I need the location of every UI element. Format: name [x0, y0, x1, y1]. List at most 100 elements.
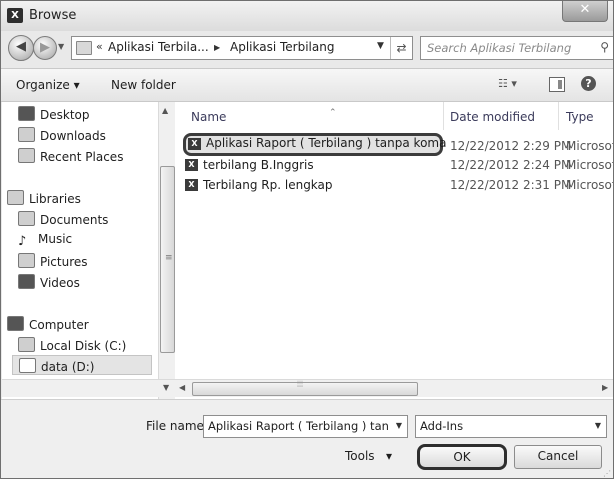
nav-label: Downloads — [40, 129, 106, 143]
nav-item-data-drive[interactable]: data (D:) — [12, 355, 152, 375]
views-icon[interactable]: ☷ ▾ — [498, 77, 517, 90]
command-toolbar: Organize ▾ New folder ☷ ▾ ? — [1, 68, 613, 102]
tools-menu[interactable]: Tools ▾ — [345, 449, 392, 463]
nav-item-downloads[interactable]: Downloads — [18, 127, 106, 143]
nav-item-computer[interactable]: Computer — [7, 316, 89, 332]
file-type: Microsof — [566, 178, 614, 192]
title-bar[interactable]: X Browse ✕ — [1, 1, 613, 31]
videos-icon — [18, 274, 35, 289]
file-date: 12/22/2012 2:29 PM — [450, 139, 572, 153]
desktop-icon — [18, 106, 35, 121]
file-list: Name ⌃ Date modified Type X Aplikasi Rapo… — [175, 102, 613, 400]
file-type-filter[interactable]: Add-Ins ▼ — [415, 415, 607, 438]
search-icon[interactable]: ⚲ — [600, 40, 609, 54]
cancel-button[interactable]: Cancel — [514, 445, 602, 469]
search-placeholder: Search Aplikasi Terbilang — [427, 41, 572, 55]
horizontal-scroll-thumb[interactable]: ⦙⦙⦙ — [192, 380, 418, 396]
breadcrumb-current[interactable]: Aplikasi Terbilang — [230, 40, 334, 54]
file-type-value: Add-Ins — [420, 419, 464, 433]
nav-label: Music — [38, 232, 73, 246]
nav-item-documents[interactable]: Documents — [18, 211, 108, 227]
libraries-icon — [7, 190, 24, 205]
breadcrumb-parent[interactable]: Aplikasi Terbila... — [108, 40, 209, 54]
recent-places-icon — [18, 148, 35, 163]
grip-icon: ⦙⦙⦙ — [297, 380, 304, 390]
music-icon: ♪ — [18, 234, 27, 249]
column-header-name[interactable]: Name ⌃ — [191, 108, 337, 124]
file-type: Microsof — [566, 158, 614, 172]
downloads-icon — [18, 127, 35, 142]
new-folder-button[interactable]: New folder — [111, 78, 176, 92]
file-row[interactable]: X terbilang B.Inggris 12/22/2012 2:24 PM… — [181, 156, 613, 176]
nav-label: Desktop — [40, 108, 90, 122]
col-label: Name — [191, 110, 227, 124]
folder-icon — [76, 41, 92, 55]
file-name: Aplikasi Raport ( Terbilang ) tanpa koma — [206, 136, 447, 150]
file-date: 12/22/2012 2:24 PM — [450, 158, 572, 172]
column-divider[interactable] — [443, 102, 444, 130]
scroll-up-icon[interactable]: ▲ — [162, 106, 168, 115]
nav-scroll-thumb[interactable]: ≡ — [160, 166, 175, 353]
pictures-icon — [18, 253, 35, 268]
file-name: terbilang B.Inggris — [203, 158, 314, 172]
breadcrumb-separator-icon[interactable]: ▶ — [214, 43, 220, 52]
preview-pane-icon[interactable] — [549, 77, 565, 92]
forward-button[interactable]: ▶ — [33, 36, 57, 60]
file-row[interactable]: X Terbilang Rp. lengkap 12/22/2012 2:31 … — [181, 176, 613, 196]
excel-addin-icon: X — [185, 159, 198, 171]
nav-scrollbar[interactable]: ▲ ≡ ▼ — [158, 102, 175, 400]
overflow-chevron-icon[interactable]: « — [96, 40, 103, 53]
file-row-selected[interactable]: X Aplikasi Raport ( Terbilang ) tanpa ko… — [183, 133, 447, 156]
tools-label: Tools — [345, 449, 375, 463]
nav-label: Videos — [40, 276, 80, 290]
nav-item-recent-places[interactable]: Recent Places — [18, 148, 123, 164]
file-date: 12/22/2012 2:31 PM — [450, 178, 572, 192]
nav-label: Recent Places — [40, 150, 124, 164]
chevron-down-icon[interactable]: ▼ — [396, 421, 402, 430]
horizontal-scrollbar[interactable]: ▼ ◀ ⦙⦙⦙ ▶ — [2, 379, 613, 397]
browse-dialog: X Browse ✕ ◀ ▶ ▼ « Aplikasi Terbila... ▶… — [0, 0, 614, 479]
help-icon[interactable]: ? — [581, 76, 596, 91]
file-name-field[interactable]: Aplikasi Raport ( Terbilang ) tanpa ▼ — [203, 415, 408, 438]
documents-icon — [18, 211, 35, 226]
chevron-down-icon[interactable]: ▼ — [595, 421, 601, 430]
close-button[interactable]: ✕ — [562, 1, 608, 22]
nav-item-pictures[interactable]: Pictures — [18, 253, 88, 269]
nav-label: Computer — [29, 318, 89, 332]
nav-item-videos[interactable]: Videos — [18, 274, 80, 290]
organize-menu[interactable]: Organize ▾ — [16, 78, 80, 92]
ok-button[interactable]: OK — [417, 444, 507, 470]
file-name-value: Aplikasi Raport ( Terbilang ) tanpa — [208, 419, 388, 433]
nav-label: data (D:) — [41, 360, 95, 374]
nav-label: Libraries — [29, 192, 81, 206]
scroll-left-icon[interactable]: ◀ — [179, 383, 185, 392]
search-input[interactable]: Search Aplikasi Terbilang ⚲ — [420, 36, 613, 60]
window-title: Browse — [29, 8, 77, 23]
computer-icon — [7, 316, 24, 331]
nav-item-libraries[interactable]: Libraries — [7, 190, 81, 206]
address-bar[interactable]: « Aplikasi Terbila... ▶ Aplikasi Terbila… — [71, 36, 413, 60]
local-disk-icon — [18, 337, 35, 352]
nav-item-local-disk[interactable]: Local Disk (C:) — [18, 337, 126, 353]
refresh-icon[interactable]: ⇄ — [390, 37, 412, 59]
back-button[interactable]: ◀ — [8, 35, 34, 61]
grip-icon: ≡ — [165, 253, 173, 263]
address-dropdown-icon[interactable]: ▼ — [377, 41, 384, 51]
excel-addin-icon: X — [188, 138, 201, 150]
file-type: Microsof — [566, 139, 614, 153]
column-divider[interactable] — [558, 102, 559, 130]
nav-label: Pictures — [40, 255, 88, 269]
nav-item-desktop[interactable]: Desktop — [18, 106, 90, 122]
navigation-pane: Desktop Downloads Recent Places Librarie… — [2, 102, 175, 404]
sort-ascending-icon: ⌃ — [329, 108, 337, 118]
nav-item-music[interactable]: ♪ Music — [18, 232, 73, 249]
address-row: ◀ ▶ ▼ « Aplikasi Terbila... ▶ Aplikasi T… — [1, 31, 613, 67]
history-dropdown-icon[interactable]: ▼ — [58, 42, 64, 51]
column-header-date[interactable]: Date modified — [450, 110, 535, 124]
dialog-footer: File name: Aplikasi Raport ( Terbilang )… — [1, 399, 613, 478]
column-header-type[interactable]: Type — [566, 110, 594, 124]
nav-label: Documents — [40, 213, 109, 227]
scroll-down-small-icon[interactable]: ▼ — [163, 383, 169, 392]
scroll-right-icon[interactable]: ▶ — [602, 383, 608, 392]
resize-grip-icon[interactable]: ⋰ — [603, 469, 611, 478]
